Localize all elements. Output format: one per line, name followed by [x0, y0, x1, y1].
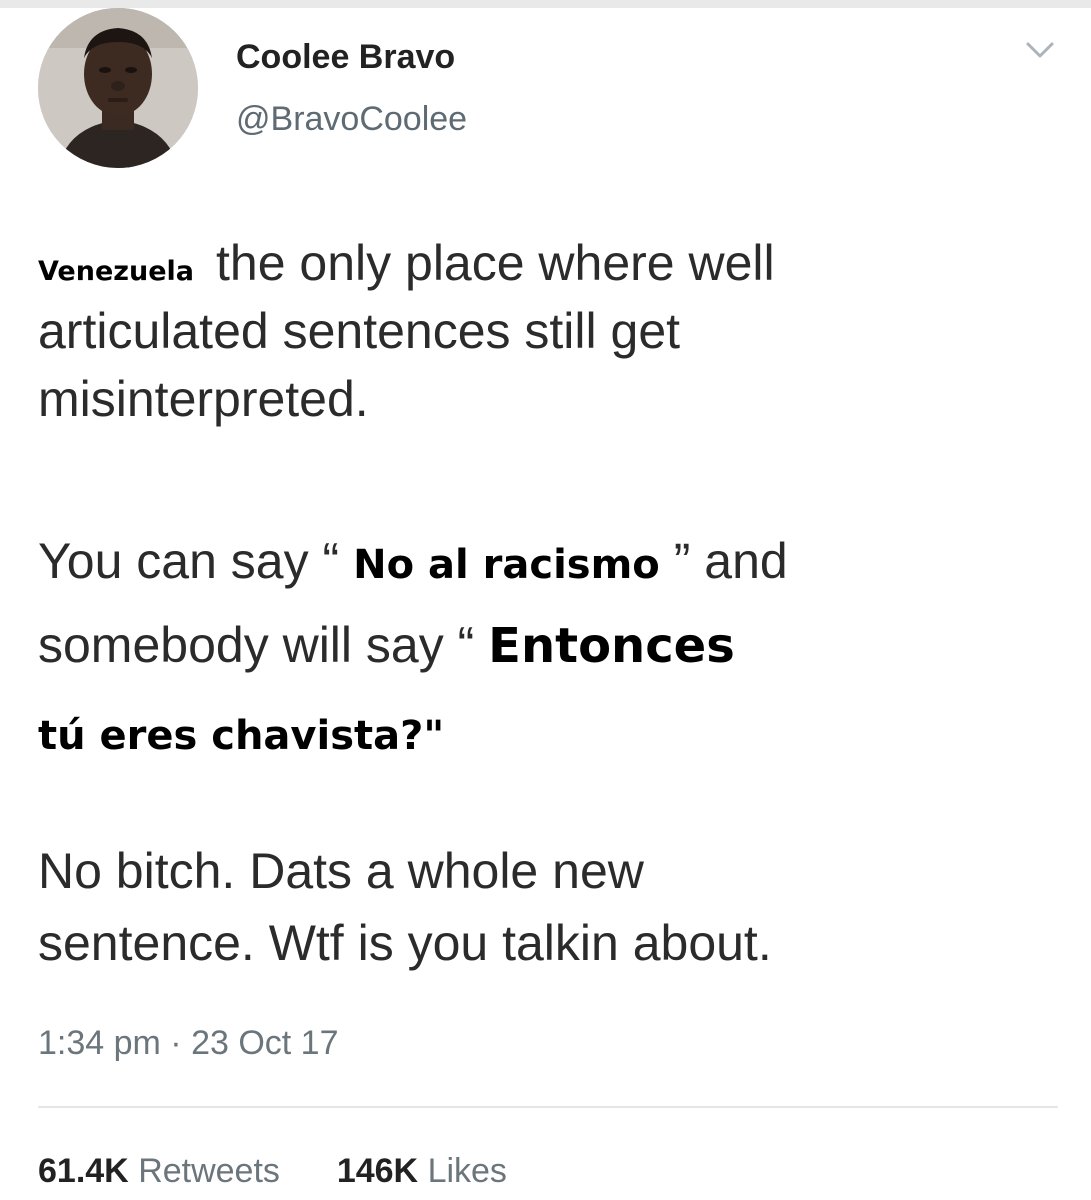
overlay-text-entonces: Entonces: [488, 618, 735, 674]
retweets-count: 61.4K: [38, 1152, 129, 1190]
likes-label: Likes: [427, 1152, 507, 1190]
divider: [38, 1106, 1058, 1108]
likes-stat[interactable]: 146K Likes: [337, 1152, 507, 1190]
retweets-label: Retweets: [138, 1152, 280, 1190]
likes-count: 146K: [336, 1152, 419, 1190]
tweet-text: You can say “: [38, 533, 340, 589]
top-strip: [0, 0, 1091, 8]
avatar-image: [38, 8, 198, 168]
overlay-text-venezuela: Venezuela: [38, 256, 194, 287]
tweet-timestamp[interactable]: 1:34 pm · 23 Oct 17: [38, 1024, 339, 1063]
tweet-text: the only place where well: [216, 235, 775, 291]
chevron-down-icon[interactable]: [1020, 34, 1060, 64]
overlay-text-chavista: tú eres chavista?": [38, 713, 445, 759]
author-display-name[interactable]: Coolee Bravo: [236, 38, 455, 77]
tweet-line-1: Venezuela the only place where well: [38, 238, 775, 288]
tweet-stats: 61.4K Retweets 146K Likes: [38, 1152, 507, 1191]
tweet-line-7: No bitch. Dats a whole new: [38, 843, 644, 899]
tweet-line-3: misinterpreted.: [38, 371, 369, 427]
tweet-text: somebody will say “: [38, 617, 475, 673]
tweet-line-4: You can say “ No al racismo ” and: [38, 536, 788, 586]
avatar[interactable]: [38, 8, 198, 168]
tweet-line-8: sentence. Wtf is you talkin about.: [38, 915, 772, 971]
tweet-line-2: articulated sentences still get: [38, 303, 681, 359]
tweet-line-5: somebody will say “ Entonces: [38, 620, 735, 670]
retweets-stat[interactable]: 61.4K Retweets: [38, 1152, 289, 1190]
overlay-text-racismo: No al racismo: [353, 542, 660, 588]
author-handle[interactable]: @BravoCoolee: [236, 100, 467, 139]
tweet-text: ” and: [673, 533, 788, 589]
